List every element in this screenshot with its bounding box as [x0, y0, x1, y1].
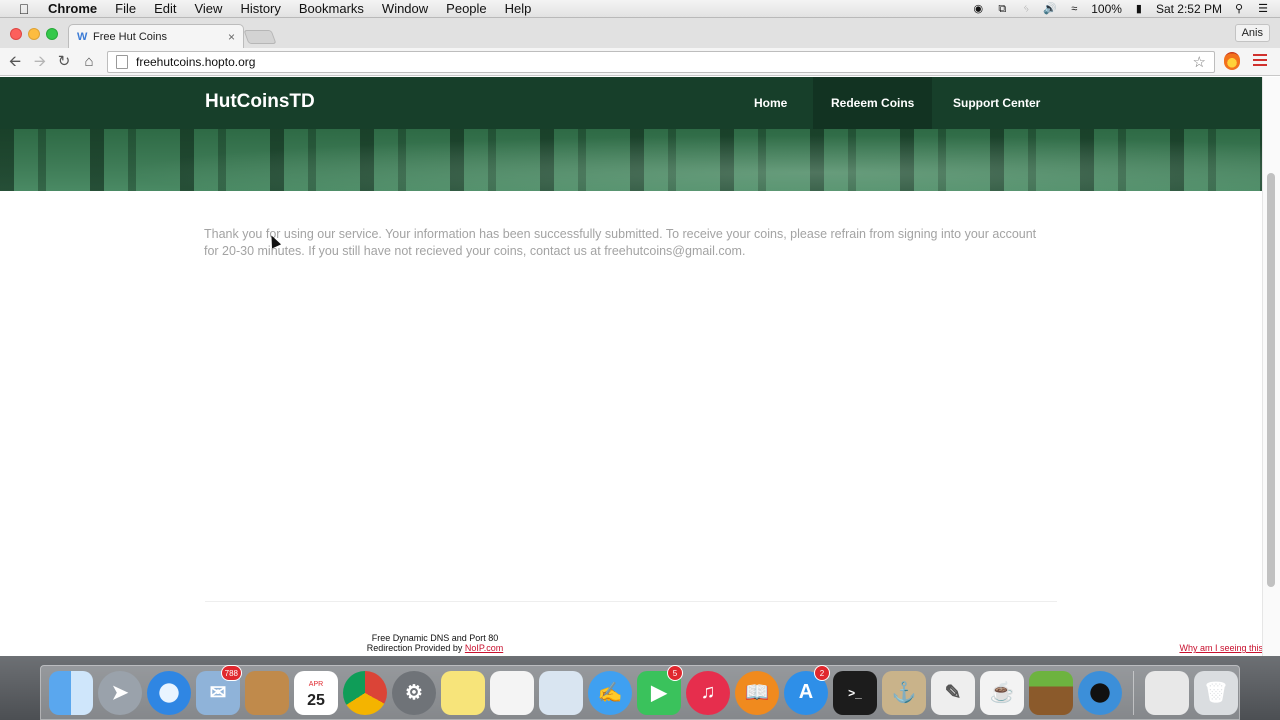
clock[interactable]: Sat 2:52 PM	[1156, 2, 1222, 16]
profile-button[interactable]: Anis	[1234, 24, 1270, 42]
volume-icon[interactable]: 🔊	[1043, 3, 1057, 15]
notes-icon[interactable]	[441, 670, 485, 715]
confirmation-message: Thank you for using our service. Your in…	[204, 227, 1037, 258]
apple-menu-icon[interactable]: 	[0, 1, 48, 17]
page-viewport: HutCoinsTD Home Redeem Coins Support Cen…	[0, 77, 1262, 656]
preview-icon[interactable]	[539, 670, 583, 715]
reminders-icon[interactable]	[490, 670, 534, 715]
noip-footer: Free Dynamic DNS and Port 80 Redirection…	[340, 633, 530, 653]
notification-center-icon[interactable]: ☰	[1256, 3, 1270, 15]
app-store-icon[interactable]: A2	[784, 664, 830, 715]
tab-title: Free Hut Coins	[93, 30, 167, 43]
app-store-badge: 2	[814, 664, 830, 681]
system-preferences-gear-icon[interactable]: ⚙	[392, 670, 436, 715]
dock-separator	[1133, 670, 1134, 715]
launchpad-rocket-icon[interactable]: ➤	[98, 670, 142, 715]
ibooks-icon[interactable]: 📖	[735, 670, 779, 715]
bluetooth-icon[interactable]: ᛃ	[1019, 3, 1033, 15]
noip-link[interactable]: NoIP.com	[465, 643, 503, 653]
site-favicon-icon: W	[77, 30, 88, 43]
terminal-icon[interactable]: >_	[833, 670, 877, 715]
quicktime-icon[interactable]	[1078, 670, 1122, 715]
macos-menubar:  Chrome File Edit View History Bookmark…	[0, 0, 1280, 18]
extension-fire-icon[interactable]	[1224, 52, 1240, 70]
new-tab-button[interactable]	[243, 30, 277, 44]
chrome-menu-icon[interactable]	[1253, 54, 1267, 66]
messages-icon[interactable]: ✍	[588, 670, 632, 715]
anchor-app-icon[interactable]: ⚓	[882, 670, 926, 715]
page-icon	[116, 55, 128, 69]
reload-icon[interactable]: ↻	[54, 52, 74, 72]
mail-badge: 788	[220, 664, 242, 681]
trash-icon[interactable]: 🗑	[1194, 670, 1238, 715]
noip-prefix: Redirection Provided by	[366, 643, 463, 653]
window-close-button[interactable]	[10, 28, 22, 40]
contacts-icon[interactable]	[245, 670, 289, 715]
mail-icon[interactable]: ✉ 788	[196, 664, 242, 715]
menu-people[interactable]: People	[437, 1, 495, 16]
home-icon[interactable]: ⌂	[79, 52, 99, 72]
macos-dock: ➤ ✉ 788 APR 25 ⚙ ✍ ▶ 5 ♫ 📖 A2 >_ ⚓ ✎ ☕ 🗑	[40, 664, 1240, 720]
site-navbar: HutCoinsTD Home Redeem Coins Support Cen…	[0, 77, 1262, 129]
forest-banner-image	[0, 129, 1262, 191]
java-icon[interactable]: ☕	[980, 670, 1024, 715]
battery-percent: 100%	[1091, 1, 1122, 16]
document-stack-icon[interactable]	[1145, 670, 1189, 715]
site-brand[interactable]: HutCoinsTD	[205, 91, 315, 113]
forward-arrow-icon[interactable]: 🡪	[30, 52, 50, 72]
noip-line-1: Free Dynamic DNS and Port 80	[371, 633, 499, 643]
nav-home[interactable]: Home	[736, 77, 805, 129]
wifi-icon[interactable]: ≈	[1067, 3, 1081, 15]
menu-file[interactable]: File	[106, 1, 145, 16]
itunes-music-icon[interactable]: ♫	[686, 670, 730, 715]
browser-window: W Free Hut Coins × Anis 🡨 🡪 ↻ ⌂ freehutc…	[0, 18, 1280, 656]
calendar-day: 25	[307, 691, 325, 709]
status-area: ◉ ⧉ ᛃ 🔊 ≈ 100% ▮ Sat 2:52 PM ⚲ ☰	[971, 2, 1280, 16]
back-arrow-icon[interactable]: 🡨	[5, 52, 25, 72]
menu-bookmarks[interactable]: Bookmarks	[290, 1, 373, 16]
finder-icon[interactable]	[49, 670, 93, 715]
facetime-badge: 5	[667, 664, 683, 681]
textedit-icon[interactable]: ✎	[931, 670, 975, 715]
browser-toolbar: 🡨 🡪 ↻ ⌂ freehutcoins.hopto.org ☆	[0, 48, 1280, 76]
facetime-icon[interactable]: ▶ 5	[637, 664, 683, 715]
bookmark-star-icon[interactable]: ☆	[1193, 53, 1206, 71]
calendar-month: APR	[308, 680, 324, 688]
menu-help[interactable]: Help	[496, 1, 541, 16]
calendar-icon[interactable]: APR 25	[294, 670, 338, 715]
menu-view[interactable]: View	[185, 1, 231, 16]
why-seeing-this-link[interactable]: Why am I seeing this?	[1179, 643, 1262, 653]
spotlight-search-icon[interactable]: ⚲	[1232, 3, 1246, 15]
display-mirror-icon[interactable]: ⧉	[995, 3, 1009, 15]
minecraft-icon[interactable]	[1029, 670, 1073, 715]
battery-icon[interactable]: ▮	[1132, 3, 1146, 15]
noip-line-2: Redirection Provided by NoIP.com	[340, 643, 530, 653]
window-maximize-button[interactable]	[46, 28, 58, 40]
menu-window[interactable]: Window	[373, 1, 437, 16]
safari-compass-icon[interactable]	[147, 670, 191, 715]
chrome-icon[interactable]	[343, 670, 387, 715]
nav-support-center[interactable]: Support Center	[935, 77, 1058, 129]
tab-strip: W Free Hut Coins × Anis	[0, 18, 1280, 48]
nav-redeem-coins[interactable]: Redeem Coins	[813, 77, 933, 129]
scrollbar-thumb[interactable]	[1267, 173, 1275, 587]
browser-tab[interactable]: W Free Hut Coins ×	[68, 24, 244, 48]
record-icon[interactable]: ◉	[971, 3, 985, 15]
menu-history[interactable]: History	[231, 1, 289, 16]
menu-edit[interactable]: Edit	[145, 1, 185, 16]
footer-divider	[205, 601, 1057, 602]
address-bar[interactable]: freehutcoins.hopto.org ☆	[107, 51, 1215, 73]
window-minimize-button[interactable]	[28, 28, 40, 40]
menu-app-chrome[interactable]: Chrome	[48, 1, 106, 16]
page-scrollbar[interactable]	[1262, 77, 1280, 656]
url-text[interactable]: freehutcoins.hopto.org	[136, 55, 1193, 69]
tab-close-icon[interactable]: ×	[228, 30, 235, 44]
